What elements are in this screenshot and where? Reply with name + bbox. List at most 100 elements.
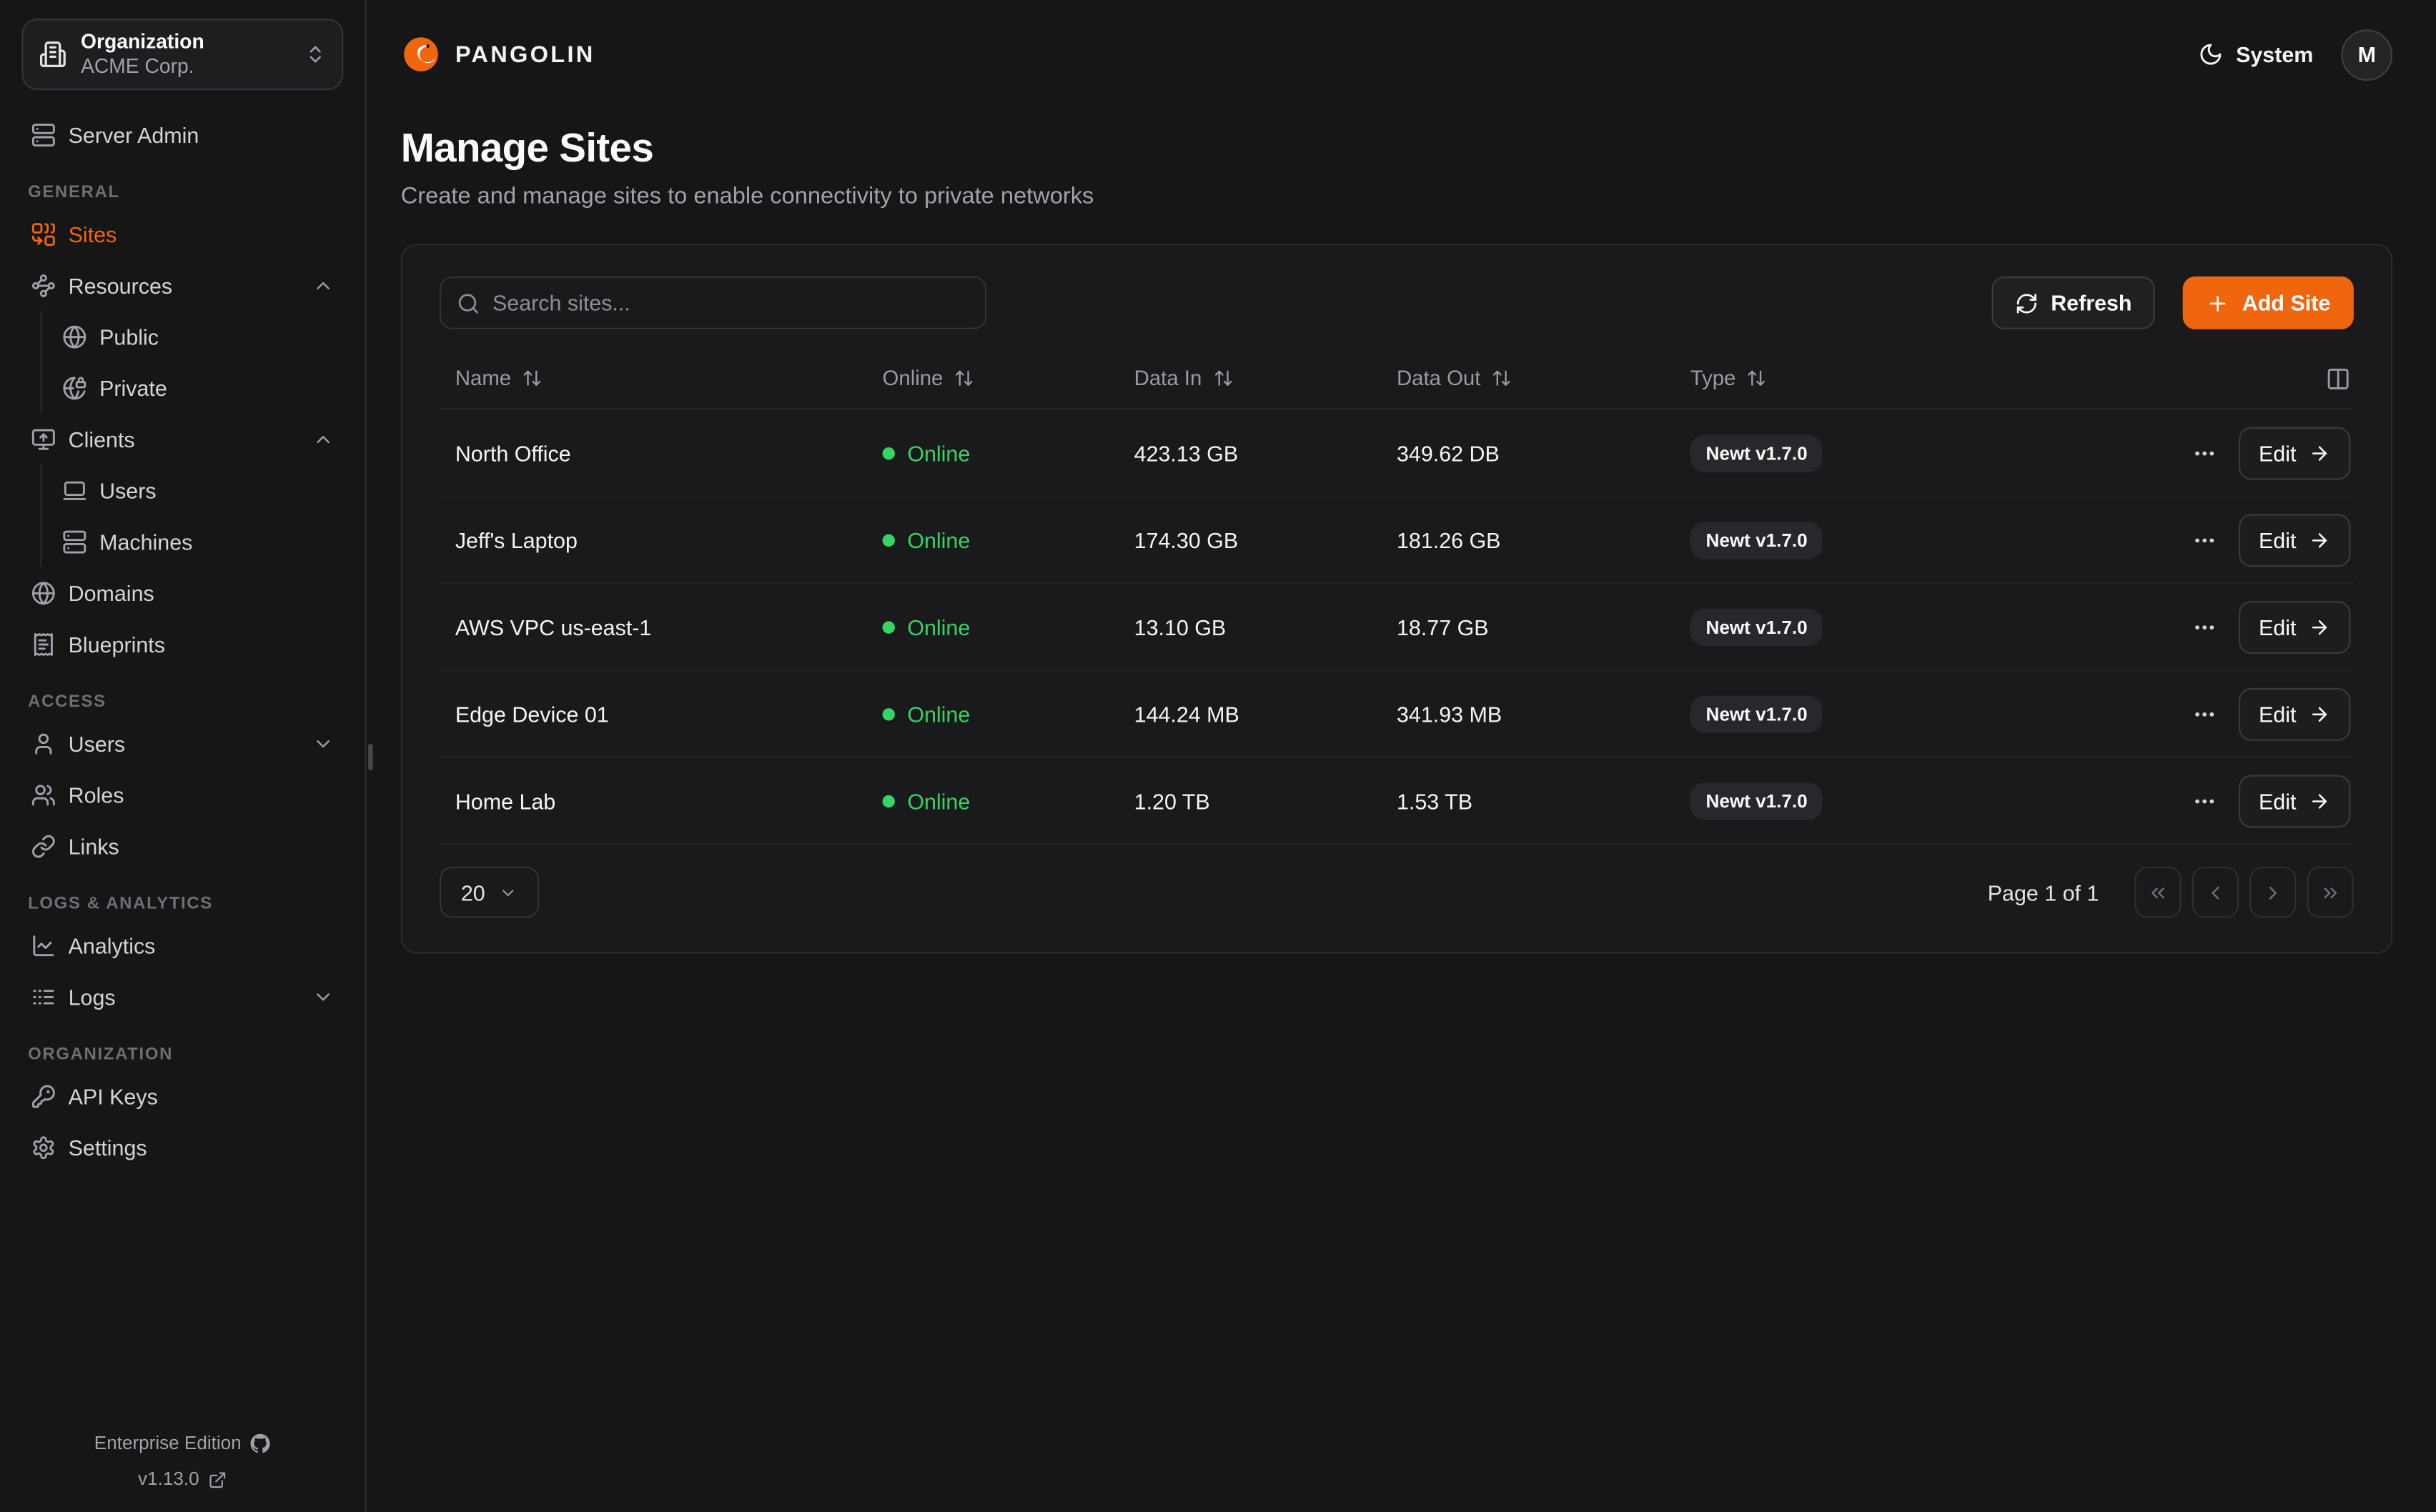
row-menu-button[interactable] [2192, 788, 2217, 813]
sidebar-item-client-users[interactable]: Users [42, 464, 344, 516]
edit-button[interactable]: Edit [2239, 774, 2351, 827]
chevrons-right-icon [2319, 881, 2341, 902]
sidebar-item-label: Roles [69, 782, 124, 807]
sidebar-item-clients[interactable]: Clients [21, 413, 343, 464]
column-header-data-in[interactable]: Data In [1119, 367, 1381, 390]
user-avatar[interactable]: M [2341, 29, 2392, 80]
next-page-button[interactable] [2249, 867, 2296, 918]
sidebar-item-blueprints[interactable]: Blueprints [21, 618, 343, 670]
sidebar-item-private[interactable]: Private [42, 362, 344, 413]
edit-button[interactable]: Edit [2239, 513, 2351, 566]
type-badge: Newt v1.7.0 [1690, 695, 1823, 732]
sidebar-item-public[interactable]: Public [42, 311, 344, 362]
building-icon [39, 41, 66, 69]
section-label-organization: ORGANIZATION [28, 1045, 343, 1064]
chevron-right-icon [2262, 881, 2284, 902]
search-input[interactable] [492, 290, 969, 315]
sidebar-nav: Server Admin GENERAL Sites Resources Pub… [0, 109, 365, 1173]
site-status: Online [867, 527, 1119, 552]
site-data-out: 18.77 GB [1381, 615, 1675, 640]
site-data-in: 144.24 MB [1119, 701, 1381, 726]
monitor-up-icon [31, 427, 56, 452]
sidebar-item-label: Public [99, 324, 159, 349]
theme-toggle[interactable]: System [2199, 42, 2313, 67]
online-dot-icon [883, 795, 895, 807]
sidebar-item-users[interactable]: Users [21, 717, 343, 769]
sidebar-item-logs[interactable]: Logs [21, 970, 343, 1022]
sidebar-item-domains[interactable]: Domains [21, 567, 343, 618]
online-dot-icon [883, 534, 895, 546]
sidebar-item-label: Domains [69, 580, 154, 605]
edit-button[interactable]: Edit [2239, 427, 2351, 479]
column-header-actions [2063, 366, 2353, 391]
type-badge: Newt v1.7.0 [1690, 782, 1823, 819]
column-label: Type [1690, 367, 1736, 390]
site-type: Newt v1.7.0 [1675, 521, 2063, 558]
row-menu-button[interactable] [2192, 527, 2217, 552]
sites-icon [31, 222, 56, 247]
sidebar-item-sites[interactable]: Sites [21, 208, 343, 259]
first-page-button[interactable] [2134, 867, 2181, 918]
sites-table-card: Refresh Add Site Name Online [401, 244, 2392, 953]
site-data-in: 13.10 GB [1119, 615, 1381, 640]
sidebar-item-label: Users [99, 477, 156, 502]
row-menu-button[interactable] [2192, 440, 2217, 465]
users-icon [31, 782, 56, 807]
site-data-in: 174.30 GB [1119, 527, 1381, 552]
sidebar-item-label: Users [69, 731, 125, 756]
page-size-select[interactable]: 20 [440, 867, 539, 918]
column-header-name[interactable]: Name [440, 367, 867, 390]
arrow-right-icon [2309, 442, 2330, 463]
pagination: 20 Page 1 of 1 [440, 867, 2354, 918]
ellipsis-icon [2192, 615, 2217, 640]
org-switcher[interactable]: Organization ACME Corp. [21, 19, 343, 90]
refresh-icon [2015, 292, 2039, 315]
row-actions: Edit [2063, 774, 2353, 827]
sidebar-item-settings[interactable]: Settings [21, 1121, 343, 1173]
sidebar-item-server-admin[interactable]: Server Admin [21, 109, 343, 160]
sidebar-item-links[interactable]: Links [21, 820, 343, 872]
brand-logo[interactable]: PANGOLIN [401, 34, 595, 75]
row-menu-button[interactable] [2192, 615, 2217, 640]
sort-icon [522, 368, 542, 388]
arrow-right-icon [2309, 703, 2330, 725]
site-status: Online [867, 440, 1119, 465]
version-link[interactable]: v1.13.0 [0, 1462, 365, 1498]
online-dot-icon [883, 707, 895, 720]
edition-link[interactable]: Enterprise Edition [0, 1426, 365, 1462]
columns-toggle-button[interactable] [2326, 366, 2351, 391]
sidebar-item-roles[interactable]: Roles [21, 769, 343, 820]
sidebar-item-machines[interactable]: Machines [42, 516, 344, 567]
row-menu-button[interactable] [2192, 701, 2217, 726]
refresh-button[interactable]: Refresh [1992, 277, 2156, 329]
site-status: Online [867, 701, 1119, 726]
column-header-online[interactable]: Online [867, 367, 1119, 390]
last-page-button[interactable] [2307, 867, 2354, 918]
edit-label: Edit [2259, 440, 2296, 465]
sort-icon [1492, 368, 1512, 388]
site-name: Home Lab [440, 788, 867, 813]
sidebar-item-api-keys[interactable]: API Keys [21, 1070, 343, 1122]
site-type: Newt v1.7.0 [1675, 695, 2063, 732]
chevron-up-icon [312, 274, 334, 296]
type-badge: Newt v1.7.0 [1690, 521, 1823, 558]
sidebar-item-label: Settings [69, 1135, 147, 1160]
theme-label: System [2236, 42, 2313, 67]
site-name: AWS VPC us-east-1 [440, 615, 867, 640]
version-label: v1.13.0 [138, 1462, 199, 1498]
section-label-access: ACCESS [28, 692, 343, 711]
table-row: AWS VPC us-east-1 Online 13.10 GB 18.77 … [440, 584, 2354, 671]
laptop-icon [62, 477, 87, 502]
sidebar-item-label: Resources [69, 272, 172, 297]
site-data-out: 181.26 GB [1381, 527, 1675, 552]
sidebar-item-label: API Keys [69, 1083, 158, 1108]
column-header-data-out[interactable]: Data Out [1381, 367, 1675, 390]
column-header-type[interactable]: Type [1675, 367, 2063, 390]
edit-label: Edit [2259, 615, 2296, 640]
sidebar-item-analytics[interactable]: Analytics [21, 920, 343, 971]
edit-button[interactable]: Edit [2239, 687, 2351, 740]
prev-page-button[interactable] [2192, 867, 2239, 918]
sidebar-item-resources[interactable]: Resources [21, 259, 343, 311]
add-site-button[interactable]: Add Site [2183, 277, 2354, 329]
edit-button[interactable]: Edit [2239, 600, 2351, 653]
